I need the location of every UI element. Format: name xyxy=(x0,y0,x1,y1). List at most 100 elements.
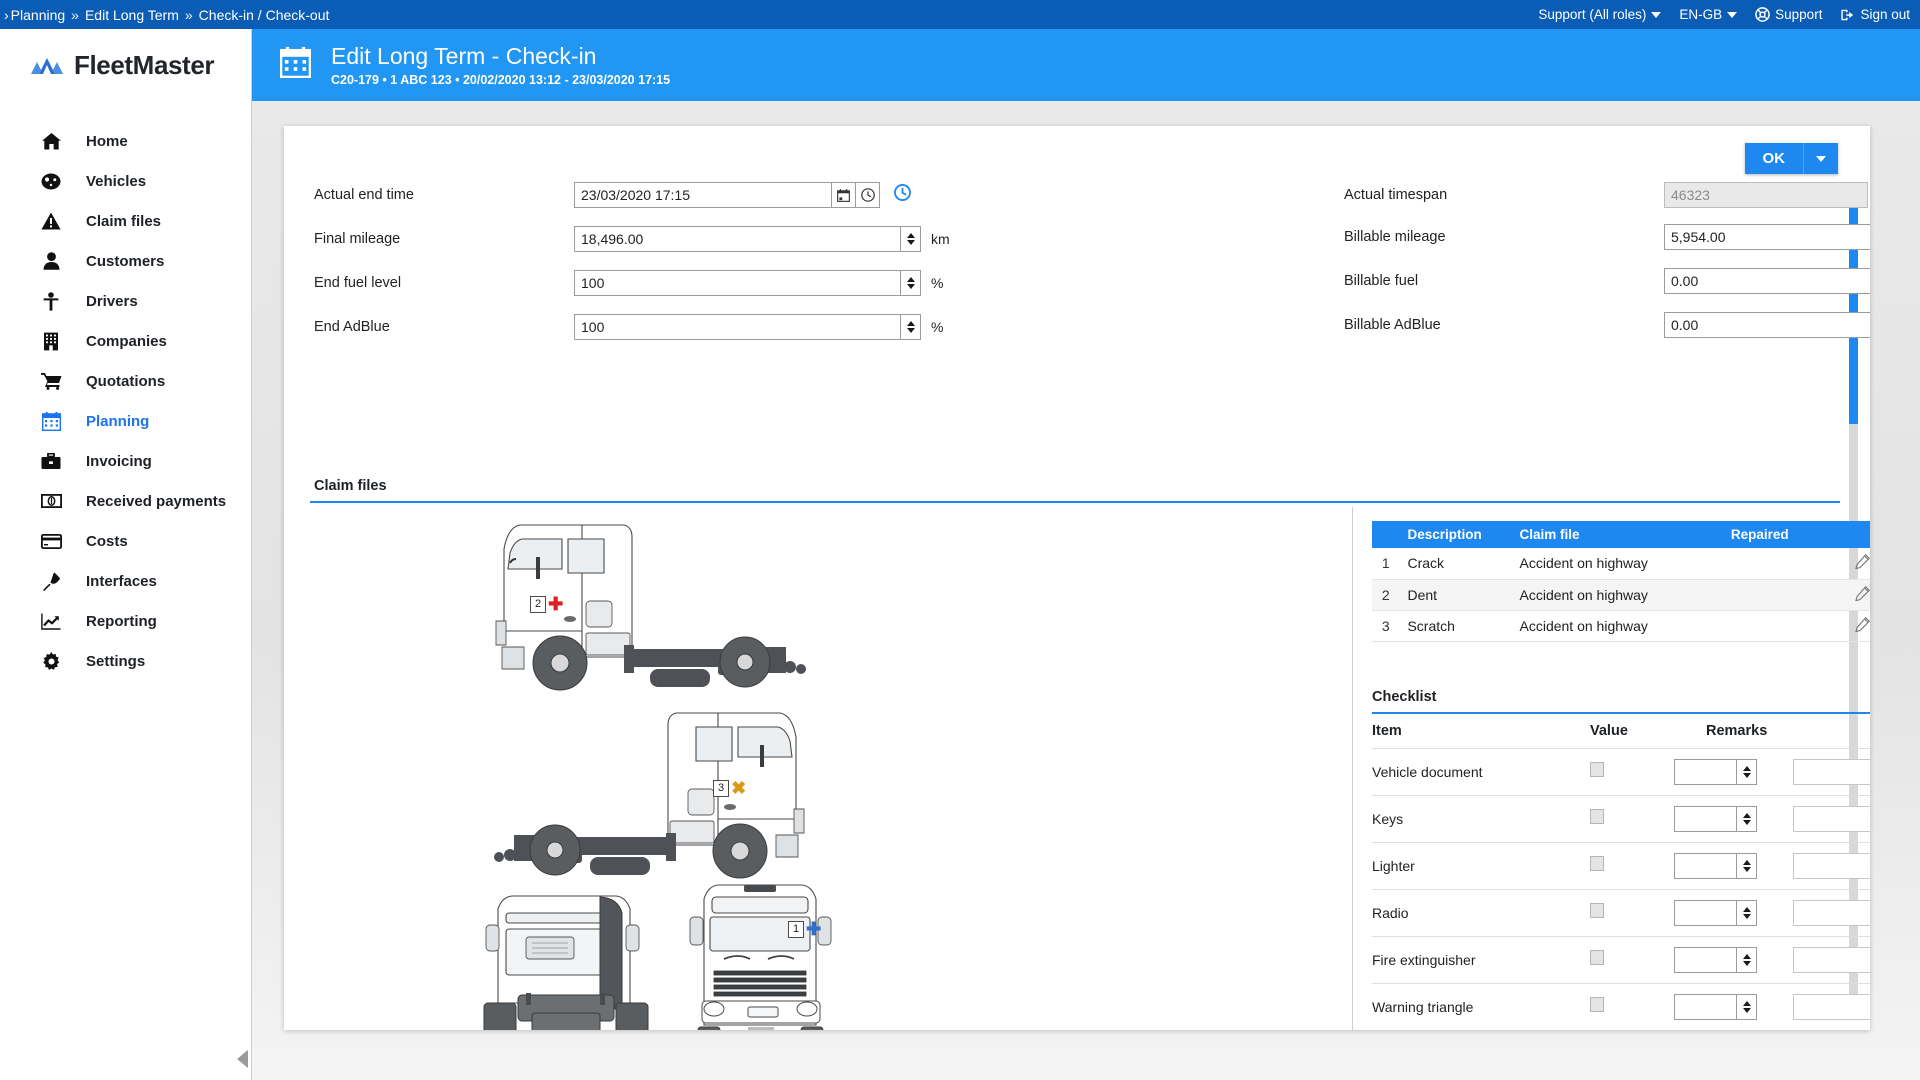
truck-front-view[interactable] xyxy=(688,879,833,1030)
arrow-down-icon xyxy=(1742,1008,1751,1013)
cart-icon xyxy=(40,372,62,390)
sidebar-item-settings[interactable]: Settings xyxy=(0,641,251,681)
end-adblue-input[interactable] xyxy=(574,314,901,340)
breadcrumb-item-checkin-checkout[interactable]: Check-in / Check-out xyxy=(199,7,330,23)
row-description: Crack xyxy=(1399,548,1512,580)
sidebar-item-quotations[interactable]: Quotations xyxy=(0,361,251,401)
row-edit-button[interactable] xyxy=(1832,548,1870,580)
vehicle-damage-diagram[interactable]: 2 ✚ 3 ✖ 1 ✚ xyxy=(310,507,1350,1030)
checklist-value-stepper[interactable] xyxy=(1737,947,1757,973)
checklist-value-stepper[interactable] xyxy=(1737,900,1757,926)
sidebar-collapse-toggle[interactable] xyxy=(237,1050,248,1068)
checklist-value-input[interactable] xyxy=(1674,759,1737,785)
language-selector[interactable]: EN-GB xyxy=(1679,7,1738,22)
end-fuel-level-stepper[interactable] xyxy=(901,270,921,296)
sidebar-item-label: Home xyxy=(86,132,128,150)
final-mileage-input[interactable] xyxy=(574,226,901,252)
checklist-item-label: Radio xyxy=(1372,905,1409,921)
breadcrumb-item-edit-long-term[interactable]: Edit Long Term xyxy=(85,7,179,23)
table-row[interactable]: 3 Scratch Accident on highway xyxy=(1372,610,1870,642)
checklist-value-input[interactable] xyxy=(1674,853,1737,879)
billable-mileage-input[interactable] xyxy=(1664,224,1870,250)
signout-icon xyxy=(1841,9,1854,20)
fleetmaster-logo-icon xyxy=(31,58,63,74)
row-edit-button[interactable] xyxy=(1832,579,1870,611)
billable-fuel-input[interactable] xyxy=(1664,268,1870,294)
role-selector[interactable]: Support (All roles) xyxy=(1538,7,1662,22)
chevron-down-icon xyxy=(1727,11,1738,18)
column-claim-file[interactable]: Claim file xyxy=(1511,521,1723,548)
arrow-down-icon xyxy=(906,328,915,333)
checklist-value-stepper[interactable] xyxy=(1737,806,1757,832)
arrow-down-icon xyxy=(906,284,915,289)
ok-button[interactable]: OK xyxy=(1744,143,1803,174)
truck-side-view-right[interactable] xyxy=(490,705,810,880)
checklist-value-stepper[interactable] xyxy=(1737,853,1757,879)
signout-link[interactable]: Sign out xyxy=(1840,7,1910,22)
time-picker-button[interactable] xyxy=(856,182,880,208)
sidebar-item-vehicles[interactable]: Vehicles xyxy=(0,161,251,201)
checklist-value-stepper[interactable] xyxy=(1737,994,1757,1020)
final-mileage-stepper[interactable] xyxy=(901,226,921,252)
checklist-item-checkbox[interactable] xyxy=(1590,762,1604,777)
sidebar-item-customers[interactable]: Customers xyxy=(0,241,251,281)
end-adblue-stepper[interactable] xyxy=(901,314,921,340)
table-row[interactable]: 1 Crack Accident on highway xyxy=(1372,548,1870,580)
checklist-value-input[interactable] xyxy=(1674,900,1737,926)
brand-logo[interactable]: FleetMaster xyxy=(0,29,251,101)
now-clock-icon[interactable] xyxy=(894,184,911,206)
sidebar-item-costs[interactable]: Costs xyxy=(0,521,251,561)
damage-marker-number: 2 xyxy=(530,595,547,613)
column-actions[interactable] xyxy=(1832,521,1870,548)
sidebar-item-invoicing[interactable]: Invoicing xyxy=(0,441,251,481)
checklist-value-stepper[interactable] xyxy=(1737,759,1757,785)
table-row[interactable]: 2 Dent Accident on highway xyxy=(1372,579,1870,611)
checklist-remarks-input[interactable] xyxy=(1793,994,1870,1020)
sidebar-item-companies[interactable]: Companies xyxy=(0,321,251,361)
sidebar-nav: Home Vehicles Claim files Customers Driv… xyxy=(0,121,251,681)
sidebar-item-claim-files[interactable]: Claim files xyxy=(0,201,251,241)
ok-dropdown-button[interactable] xyxy=(1803,143,1838,174)
damage-marker-3[interactable]: 3 ✖ xyxy=(713,779,746,797)
column-repaired[interactable]: Repaired xyxy=(1722,521,1833,548)
field-billable-mileage: Billable mileage km xyxy=(1344,224,1870,250)
checklist-remarks-input[interactable] xyxy=(1793,900,1870,926)
column-description[interactable]: Description xyxy=(1399,521,1512,548)
checklist-remarks-input[interactable] xyxy=(1793,759,1870,785)
checklist-value-input[interactable] xyxy=(1674,947,1737,973)
creditcard-icon xyxy=(40,533,62,549)
sidebar-item-reporting[interactable]: Reporting xyxy=(0,601,251,641)
sidebar-item-received-payments[interactable]: Received payments xyxy=(0,481,251,521)
end-fuel-level-input[interactable] xyxy=(574,270,901,296)
support-link[interactable]: Support xyxy=(1755,7,1822,22)
damage-marker-2[interactable]: 2 ✚ xyxy=(530,595,563,613)
checklist-remarks-input[interactable] xyxy=(1793,947,1870,973)
checklist-value-input[interactable] xyxy=(1674,994,1737,1020)
truck-rear-view[interactable] xyxy=(482,885,650,1030)
checklist-item-checkbox[interactable] xyxy=(1590,809,1604,824)
checklist-value-input[interactable] xyxy=(1674,806,1737,832)
arrow-up-icon xyxy=(906,277,915,282)
field-label: Billable AdBlue xyxy=(1344,317,1441,333)
checklist-remarks-input[interactable] xyxy=(1793,853,1870,879)
checklist-item-checkbox[interactable] xyxy=(1590,950,1604,965)
billable-adblue-input[interactable] xyxy=(1664,312,1870,338)
date-picker-button[interactable] xyxy=(832,182,856,208)
sidebar-item-home[interactable]: Home xyxy=(0,121,251,161)
breadcrumb-item-planning[interactable]: Planning xyxy=(11,7,66,23)
sidebar-item-drivers[interactable]: Drivers xyxy=(0,281,251,321)
checklist-item-checkbox[interactable] xyxy=(1590,997,1604,1012)
checklist-remarks-input[interactable] xyxy=(1793,806,1870,832)
sidebar-item-interfaces[interactable]: Interfaces xyxy=(0,561,251,601)
plug-icon xyxy=(40,571,62,591)
row-edit-button[interactable] xyxy=(1832,610,1870,642)
sidebar-item-planning[interactable]: Planning xyxy=(0,401,251,441)
damage-marker-1[interactable]: 1 ✚ xyxy=(788,920,821,938)
actual-end-time-input[interactable] xyxy=(574,182,832,208)
column-index[interactable] xyxy=(1372,521,1400,548)
checklist-item-checkbox[interactable] xyxy=(1590,856,1604,871)
actual-timespan-input[interactable] xyxy=(1664,182,1868,208)
brand-name: FleetMaster xyxy=(74,49,215,80)
checklist-row: Vehicle document xyxy=(1372,748,1870,795)
checklist-item-checkbox[interactable] xyxy=(1590,903,1604,918)
